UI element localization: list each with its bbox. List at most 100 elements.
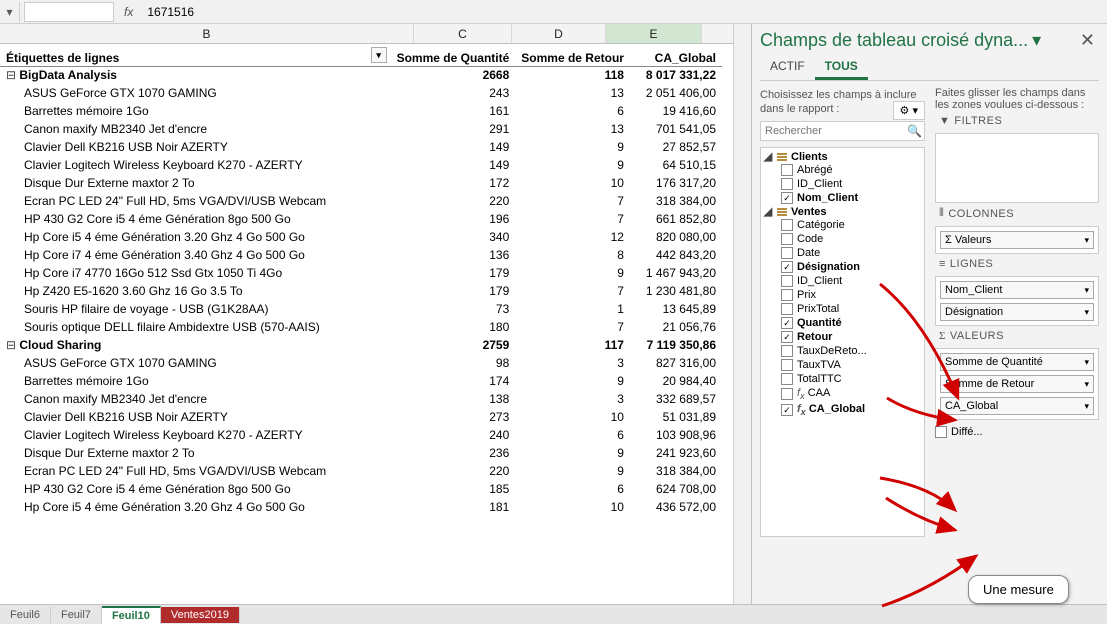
value-cell[interactable]: 318 384,00 <box>630 462 722 480</box>
tab-actif[interactable]: ACTIF <box>760 55 815 80</box>
value-cell[interactable]: 7 <box>515 210 630 228</box>
field-item[interactable]: Date <box>763 246 922 260</box>
row-label[interactable]: Hp Core i5 4 éme Génération 3.20 Ghz 4 G… <box>0 228 391 246</box>
row-label[interactable]: Cloud Sharing <box>0 336 391 354</box>
row-label[interactable]: Clavier Dell KB216 USB Noir AZERTY <box>0 408 391 426</box>
value-cell[interactable]: 220 <box>391 462 516 480</box>
close-icon[interactable]: ✕ <box>1076 30 1099 51</box>
value-cell[interactable]: 820 080,00 <box>630 228 722 246</box>
value-cell[interactable]: 8 017 331,22 <box>630 66 722 84</box>
zone-item[interactable]: Désignation <box>940 303 1094 321</box>
value-cell[interactable]: 220 <box>391 192 516 210</box>
value-cell[interactable]: 172 <box>391 174 516 192</box>
field-item[interactable]: TauxDeReto... <box>763 344 922 358</box>
zone-columns[interactable]: Σ Valeurs <box>935 226 1099 254</box>
value-cell[interactable]: 240 <box>391 426 516 444</box>
value-cell[interactable]: Somme de Quantité <box>391 44 516 66</box>
fx-icon[interactable]: fx <box>114 5 143 19</box>
value-cell[interactable]: 1 230 481,80 <box>630 282 722 300</box>
zone-rows[interactable]: Nom_Client Désignation <box>935 276 1099 326</box>
value-cell[interactable]: 436 572,00 <box>630 498 722 516</box>
value-cell[interactable]: 7 <box>515 282 630 300</box>
row-label[interactable]: HP 430 G2 Core i5 4 éme Génération 8go 5… <box>0 480 391 498</box>
value-cell[interactable]: Somme de Retour <box>515 44 630 66</box>
value-cell[interactable]: 273 <box>391 408 516 426</box>
sheet-tab[interactable]: Feuil6 <box>0 607 51 623</box>
row-label[interactable]: Hp Core i5 4 éme Génération 3.20 Ghz 4 G… <box>0 498 391 516</box>
value-cell[interactable]: 291 <box>391 120 516 138</box>
vertical-scrollbar[interactable] <box>733 24 751 604</box>
value-cell[interactable]: 181 <box>391 498 516 516</box>
value-cell[interactable]: 9 <box>515 462 630 480</box>
name-box[interactable] <box>24 2 114 22</box>
value-cell[interactable]: 701 541,05 <box>630 120 722 138</box>
sheet-tab[interactable]: Feuil7 <box>51 607 102 623</box>
field-item[interactable]: ID_Client <box>763 274 922 288</box>
value-cell[interactable]: 179 <box>391 282 516 300</box>
row-label[interactable]: Hp Core i7 4 éme Génération 3.40 Ghz 4 G… <box>0 246 391 264</box>
value-cell[interactable]: 332 689,57 <box>630 390 722 408</box>
row-label[interactable]: ASUS GeForce GTX 1070 GAMING <box>0 354 391 372</box>
value-cell[interactable]: 340 <box>391 228 516 246</box>
value-cell[interactable]: 176 317,20 <box>630 174 722 192</box>
value-cell[interactable]: 149 <box>391 156 516 174</box>
field-tree[interactable]: ◢ClientsAbrégéID_ClientNom_Client◢Ventes… <box>760 147 925 537</box>
value-cell[interactable]: 6 <box>515 102 630 120</box>
value-cell[interactable]: 9 <box>515 156 630 174</box>
search-input[interactable] <box>765 125 907 137</box>
row-label[interactable]: ASUS GeForce GTX 1070 GAMING <box>0 84 391 102</box>
value-cell[interactable]: 13 <box>515 120 630 138</box>
field-item[interactable]: Prix <box>763 288 922 302</box>
field-item[interactable]: Retour <box>763 330 922 344</box>
value-cell[interactable]: 185 <box>391 480 516 498</box>
value-cell[interactable]: 2668 <box>391 66 516 84</box>
row-label[interactable]: Ecran PC LED 24" Full HD, 5ms VGA/DVI/US… <box>0 462 391 480</box>
value-cell[interactable]: 19 416,60 <box>630 102 722 120</box>
value-cell[interactable]: 161 <box>391 102 516 120</box>
search-field[interactable]: 🔍 <box>760 121 925 141</box>
sheet-tab[interactable]: Ventes2019 <box>161 607 240 623</box>
value-cell[interactable]: 2 051 406,00 <box>630 84 722 102</box>
value-cell[interactable]: 7 <box>515 318 630 336</box>
sheet-tab[interactable]: Feuil10 <box>102 606 161 624</box>
value-cell[interactable]: 64 510,15 <box>630 156 722 174</box>
field-item[interactable]: Nom_Client <box>763 191 922 205</box>
value-cell[interactable]: 12 <box>515 228 630 246</box>
row-label[interactable]: Clavier Dell KB216 USB Noir AZERTY <box>0 138 391 156</box>
value-cell[interactable]: 10 <box>515 174 630 192</box>
zone-item[interactable]: Somme de Quantité <box>940 353 1094 371</box>
row-label[interactable]: Disque Dur Externe maxtor 2 To <box>0 174 391 192</box>
row-label[interactable]: Canon maxify MB2340 Jet d'encre <box>0 120 391 138</box>
value-cell[interactable]: 118 <box>515 66 630 84</box>
row-label[interactable]: Disque Dur Externe maxtor 2 To <box>0 444 391 462</box>
value-cell[interactable]: 196 <box>391 210 516 228</box>
zone-item[interactable]: Somme de Retour <box>940 375 1094 393</box>
value-cell[interactable]: 6 <box>515 426 630 444</box>
row-label[interactable]: Barrettes mémoire 1Go <box>0 102 391 120</box>
value-cell[interactable]: 318 384,00 <box>630 192 722 210</box>
field-item[interactable]: TauxTVA <box>763 358 922 372</box>
zone-item[interactable]: Nom_Client <box>940 281 1094 299</box>
zone-item[interactable]: Σ Valeurs <box>940 231 1094 249</box>
value-cell[interactable]: 180 <box>391 318 516 336</box>
row-label[interactable]: Clavier Logitech Wireless Keyboard K270 … <box>0 426 391 444</box>
row-label[interactable]: Hp Core i7 4770 16Go 512 Ssd Gtx 1050 Ti… <box>0 264 391 282</box>
zone-filters[interactable] <box>935 133 1099 203</box>
value-cell[interactable]: 136 <box>391 246 516 264</box>
field-item[interactable]: fx CA_Global <box>763 402 922 418</box>
col-header-b[interactable]: B <box>0 24 414 43</box>
col-header-c[interactable]: C <box>414 24 512 43</box>
row-label[interactable]: HP 430 G2 Core i5 4 éme Génération 8go 5… <box>0 210 391 228</box>
value-cell[interactable]: 179 <box>391 264 516 282</box>
col-header-e[interactable]: E <box>606 24 702 43</box>
row-label[interactable]: Souris optique DELL filaire Ambidextre U… <box>0 318 391 336</box>
value-cell[interactable]: 6 <box>515 480 630 498</box>
value-cell[interactable]: 117 <box>515 336 630 354</box>
value-cell[interactable]: 10 <box>515 498 630 516</box>
row-label[interactable]: Souris HP filaire de voyage - USB (G1K28… <box>0 300 391 318</box>
value-cell[interactable]: 243 <box>391 84 516 102</box>
worksheet[interactable]: B C D E Étiquettes de lignesSomme de Qua… <box>0 24 733 604</box>
value-cell[interactable]: 174 <box>391 372 516 390</box>
row-label[interactable]: Ecran PC LED 24" Full HD, 5ms VGA/DVI/US… <box>0 192 391 210</box>
value-cell[interactable]: 8 <box>515 246 630 264</box>
